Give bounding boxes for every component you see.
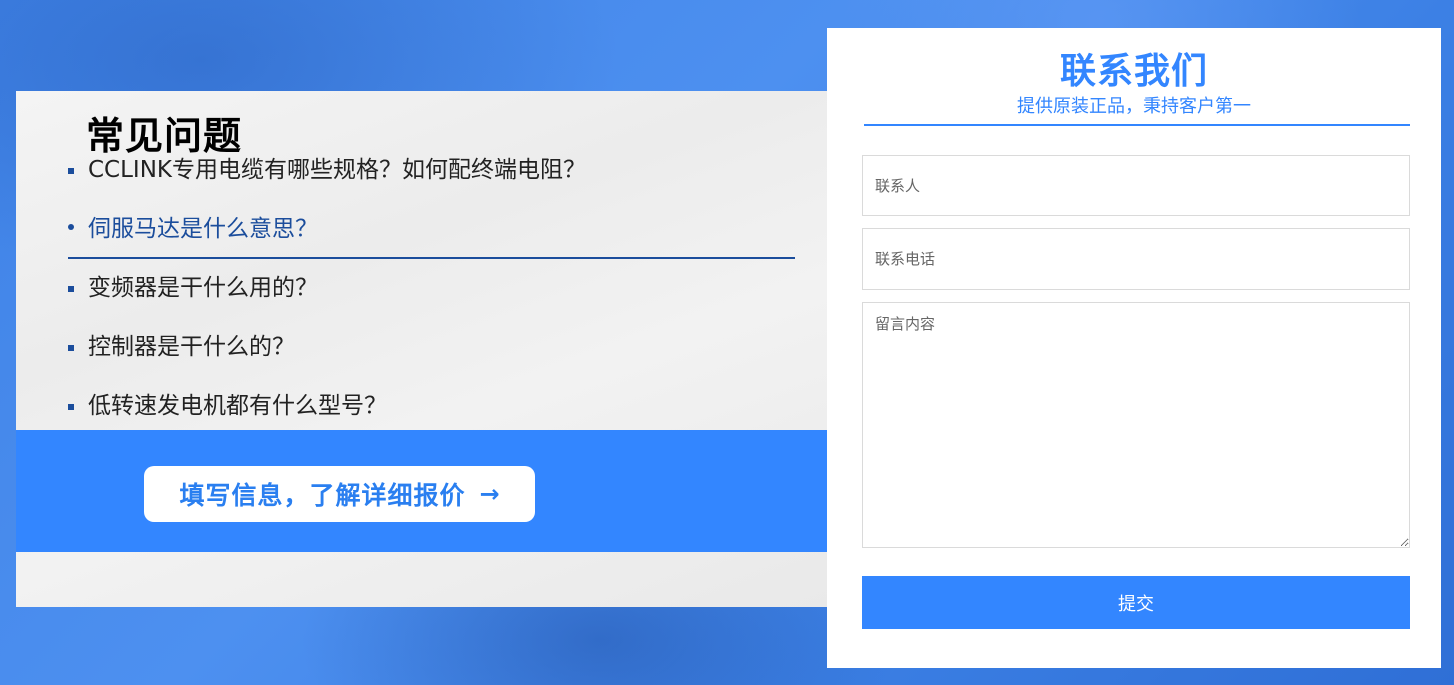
bullet-icon — [68, 224, 74, 230]
bullet-icon — [68, 345, 74, 351]
faq-item-label: 伺服马达是什么意思？ — [88, 216, 318, 242]
faq-list: CCLINK专用电缆有哪些规格？如何配终端电阻？ 伺服马达是什么意思？ 变频器是… — [68, 141, 795, 436]
faq-item[interactable]: 变频器是干什么用的？ — [68, 259, 795, 318]
faq-item[interactable]: 低转速发电机都有什么型号？ — [68, 377, 795, 436]
cta-band: 填写信息，了解详细报价 → — [16, 430, 827, 552]
contact-form-card: 联系我们 提供原装正品，秉持客户第一 提交 — [827, 28, 1441, 668]
faq-item-active[interactable]: 伺服马达是什么意思？ — [68, 200, 795, 259]
faq-item-label: CCLINK专用电缆有哪些规格？如何配终端电阻？ — [88, 157, 587, 183]
faq-item-label: 控制器是干什么的？ — [88, 334, 295, 360]
contact-name-input[interactable] — [862, 155, 1410, 216]
faq-panel: 常见问题 CCLINK专用电缆有哪些规格？如何配终端电阻？ 伺服马达是什么意思？… — [16, 91, 827, 607]
faq-item-label: 低转速发电机都有什么型号？ — [88, 393, 387, 419]
contact-subtitle: 提供原装正品，秉持客户第一 — [1017, 96, 1251, 117]
contact-title: 联系我们 — [1059, 51, 1208, 92]
contact-phone-input[interactable] — [862, 228, 1410, 290]
submit-button[interactable]: 提交 — [862, 576, 1410, 629]
bullet-icon — [68, 168, 74, 174]
faq-item[interactable]: 控制器是干什么的？ — [68, 318, 795, 377]
cta-label: 填写信息，了解详细报价 — [179, 481, 466, 510]
bullet-icon — [68, 286, 74, 292]
title-divider — [864, 124, 1410, 126]
arrow-right-icon: → — [479, 480, 500, 508]
message-textarea[interactable] — [862, 302, 1410, 548]
faq-item[interactable]: CCLINK专用电缆有哪些规格？如何配终端电阻？ — [68, 141, 795, 200]
quote-cta-button[interactable]: 填写信息，了解详细报价 → — [144, 466, 535, 522]
faq-item-label: 变频器是干什么用的？ — [88, 275, 318, 301]
bullet-icon — [68, 404, 74, 410]
